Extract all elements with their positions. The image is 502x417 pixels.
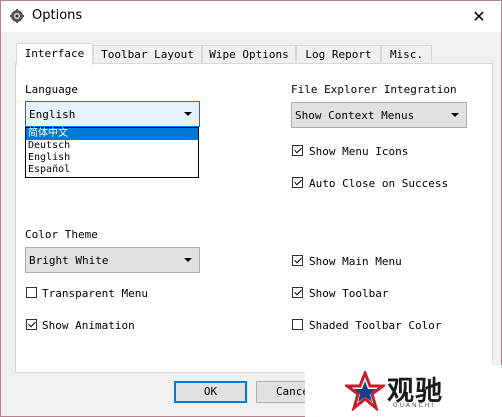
language-option-de[interactable]: Deutsch <box>26 140 198 152</box>
language-option-en[interactable]: English <box>26 152 198 164</box>
auto-close-label[interactable]: Auto Close on Success <box>309 177 448 190</box>
tab-toolbar-layout[interactable]: Toolbar Layout <box>93 45 202 63</box>
chevron-down-icon <box>451 113 459 117</box>
title-bar[interactable]: Options ✕ <box>1 1 501 32</box>
check-icon <box>294 255 302 264</box>
watermark-subtext: GUANCHI <box>393 402 436 409</box>
tab-log-report[interactable]: Log Report <box>296 45 381 63</box>
close-icon: ✕ <box>472 7 486 26</box>
transparent-menu-label[interactable]: Transparent Menu <box>42 287 148 300</box>
show-menu-icons-checkbox[interactable] <box>292 145 303 156</box>
chevron-down-icon <box>184 112 192 116</box>
check-icon <box>28 319 36 328</box>
show-animation-label[interactable]: Show Animation <box>42 319 135 332</box>
color-theme-select[interactable]: Bright White <box>25 247 200 273</box>
transparent-menu-checkbox[interactable] <box>26 287 37 298</box>
check-icon <box>294 287 302 296</box>
window-title: Options <box>32 8 83 23</box>
shaded-toolbar-checkbox[interactable] <box>292 319 303 330</box>
show-animation-checkbox[interactable] <box>26 319 37 330</box>
language-value: English <box>29 108 76 121</box>
ok-button[interactable]: OK <box>174 381 247 403</box>
language-dropdown-list: 简体中文 Deutsch English Español <box>25 127 199 178</box>
file-explorer-value: Show Context Menus <box>295 109 415 122</box>
language-select[interactable]: English <box>25 101 200 127</box>
show-toolbar-label[interactable]: Show Toolbar <box>309 287 388 300</box>
show-toolbar-checkbox[interactable] <box>292 287 303 298</box>
language-option-es[interactable]: Español <box>26 164 198 176</box>
language-option-zh[interactable]: 简体中文 <box>26 128 198 140</box>
tab-misc[interactable]: Misc. <box>381 45 432 63</box>
chevron-down-icon <box>184 258 192 262</box>
show-main-menu-checkbox[interactable] <box>292 255 303 266</box>
options-window: Options ✕ Interface Toolbar Layout Wipe … <box>0 0 502 417</box>
check-icon <box>294 177 302 186</box>
check-icon <box>294 145 302 154</box>
language-label: Language <box>25 83 78 96</box>
tab-wipe-options[interactable]: Wipe Options <box>202 45 296 63</box>
file-explorer-select[interactable]: Show Context Menus <box>291 102 467 128</box>
file-explorer-label: File Explorer Integration <box>291 83 457 96</box>
tab-interface[interactable]: Interface <box>16 43 93 65</box>
close-button[interactable]: ✕ <box>459 1 499 32</box>
auto-close-checkbox[interactable] <box>292 177 303 188</box>
show-main-menu-label[interactable]: Show Main Menu <box>309 255 402 268</box>
watermark: 观驰 GUANCHI <box>305 365 502 417</box>
color-theme-label: Color Theme <box>25 228 98 241</box>
star-logo-icon <box>345 371 385 411</box>
show-menu-icons-label[interactable]: Show Menu Icons <box>309 145 408 158</box>
shaded-toolbar-label[interactable]: Shaded Toolbar Color <box>309 319 441 332</box>
color-theme-value: Bright White <box>29 254 109 267</box>
app-gear-icon <box>10 9 24 23</box>
